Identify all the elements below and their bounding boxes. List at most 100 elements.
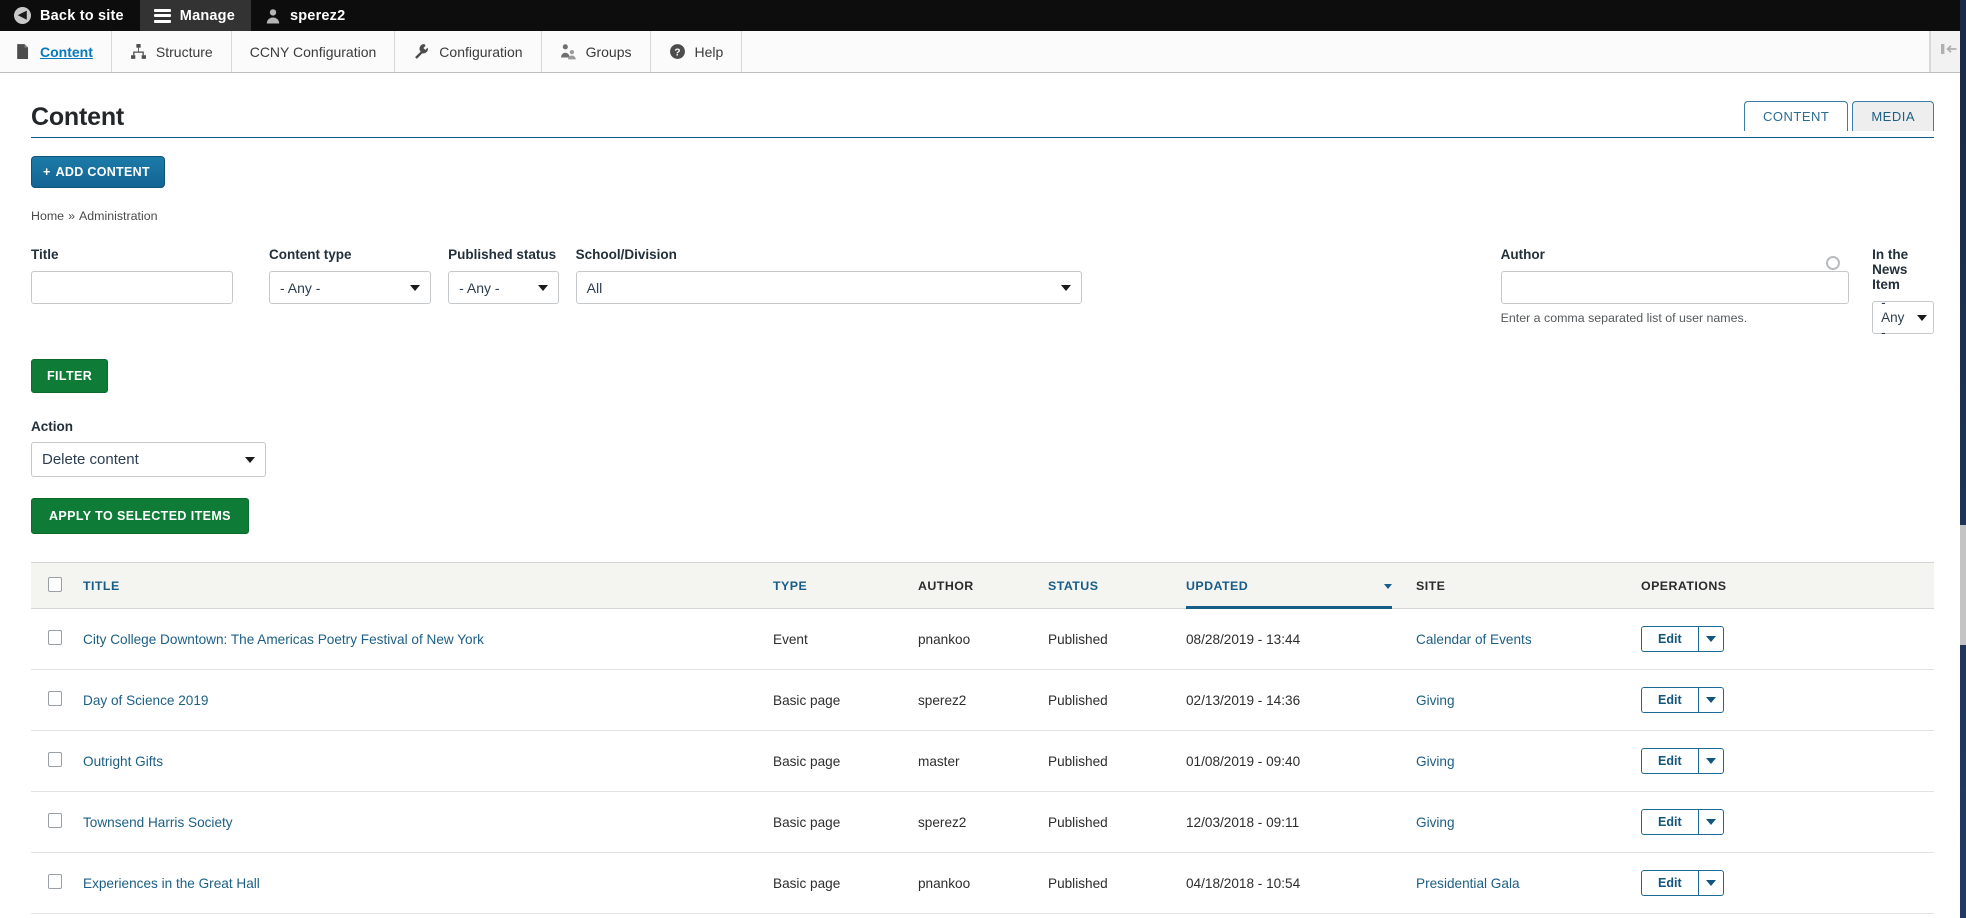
content-title-link[interactable]: City College Downtown: The Americas Poet… [83, 632, 484, 647]
edit-button[interactable]: Edit [1641, 626, 1698, 652]
cell-site: Giving [1416, 730, 1641, 792]
filter-content-type-group: Content type - Any - [269, 247, 432, 304]
wrench-icon [413, 43, 430, 60]
cell-author: sperez2 [918, 791, 1048, 853]
content-table: TITLE TYPE AUTHOR STATUS UPDATED SITE OP… [31, 562, 1934, 918]
chevron-down-icon [1060, 284, 1071, 291]
operations-dropdown-button[interactable] [1697, 687, 1724, 713]
row-select-cell [31, 852, 83, 914]
structure-icon [130, 43, 147, 60]
news-item-value: - Any - [1881, 295, 1905, 340]
cell-title: Townsend Harris Society [83, 791, 773, 853]
row-select-cell [31, 730, 83, 792]
author-input[interactable] [1500, 271, 1850, 304]
content-title-link[interactable]: Day of Science 2019 [83, 693, 208, 708]
operations-dropdown-button[interactable] [1697, 870, 1724, 896]
column-header-updated[interactable]: UPDATED [1186, 562, 1416, 610]
school-division-select[interactable]: All [575, 271, 1082, 304]
tray-spacer [742, 31, 1930, 72]
menu-item-ccny-configuration[interactable]: CCNY Configuration [232, 31, 396, 72]
filter-school-division-label: School/Division [575, 247, 677, 262]
operations-dropdown-button[interactable] [1697, 748, 1724, 774]
cell-author: pnankoo [918, 913, 1048, 918]
cell-site: Giving [1416, 791, 1641, 853]
operations-button-group: Edit [1641, 809, 1724, 835]
operations-button-group: Edit [1641, 748, 1724, 774]
operations-dropdown-button[interactable] [1697, 809, 1724, 835]
edit-button[interactable]: Edit [1641, 748, 1698, 774]
table-header-row: TITLE TYPE AUTHOR STATUS UPDATED SITE OP… [31, 562, 1934, 610]
menu-item-structure[interactable]: Structure [112, 31, 232, 72]
published-status-select[interactable]: - Any - [448, 271, 559, 304]
cell-type: Event [773, 608, 918, 670]
content-title-link[interactable]: Outright Gifts [83, 754, 163, 769]
news-item-select[interactable]: - Any - [1872, 295, 1934, 340]
filter-published-status-label: Published status [448, 247, 557, 262]
breadcrumb-current: Administration [78, 209, 158, 223]
row-checkbox[interactable] [48, 813, 62, 828]
breadcrumb-home[interactable]: Home [31, 209, 64, 223]
row-checkbox[interactable] [48, 874, 62, 889]
action-select[interactable]: Delete content [31, 442, 266, 477]
row-checkbox[interactable] [48, 630, 62, 645]
filter-button[interactable]: FILTER [31, 359, 109, 393]
cell-operations: Edit [1641, 791, 1934, 853]
filter-title-group: Title [31, 247, 233, 304]
cell-type: Basic page [773, 791, 918, 853]
site-link[interactable]: Giving [1416, 815, 1455, 830]
table-body: City College Downtown: The Americas Poet… [31, 608, 1934, 918]
plus-icon: + [43, 165, 51, 179]
menu-item-content[interactable]: Content [0, 31, 112, 72]
cell-site: Presidential Gala [1416, 913, 1641, 918]
add-content-button[interactable]: + ADD CONTENT [31, 156, 165, 188]
edit-button[interactable]: Edit [1641, 870, 1698, 896]
cell-status: Published [1048, 852, 1186, 914]
menu-item-configuration[interactable]: Configuration [395, 31, 542, 72]
site-link[interactable]: Presidential Gala [1416, 876, 1520, 891]
apply-to-selected-items-button[interactable]: APPLY TO SELECTED ITEMS [31, 498, 249, 534]
site-link[interactable]: Giving [1416, 754, 1455, 769]
cell-operations: Edit [1641, 669, 1934, 731]
add-content-label: ADD CONTENT [55, 165, 150, 179]
content-title-link[interactable]: Experiences in the Great Hall [83, 876, 260, 891]
filter-author-label: Author [1500, 247, 1545, 262]
site-link[interactable]: Calendar of Events [1416, 632, 1532, 647]
filter-button-wrapper: FILTER [31, 359, 1934, 393]
title-input[interactable] [31, 271, 233, 304]
tab-content[interactable]: CONTENT [1743, 101, 1849, 131]
operations-dropdown-button[interactable] [1697, 626, 1724, 652]
edit-button[interactable]: Edit [1641, 809, 1698, 835]
content-table-wrapper: TITLE TYPE AUTHOR STATUS UPDATED SITE OP… [31, 562, 1934, 918]
column-header-title[interactable]: TITLE [83, 562, 773, 609]
menu-item-content-label: Content [40, 43, 93, 60]
cell-updated: 03/06/2018 - 13:45 [1186, 913, 1416, 918]
row-checkbox[interactable] [48, 691, 62, 706]
cell-status: Published [1048, 913, 1186, 918]
autocomplete-throbber-icon [1826, 256, 1841, 270]
cell-site: Presidential Gala [1416, 852, 1641, 914]
column-header-type[interactable]: TYPE [773, 562, 918, 609]
scrollbar-thumb[interactable] [1960, 525, 1966, 645]
content-title-link[interactable]: Townsend Harris Society [83, 815, 233, 830]
back-to-site-button[interactable]: ◀ Back to site [0, 0, 140, 31]
school-division-value: All [586, 279, 603, 296]
cell-updated: 08/28/2019 - 13:44 [1186, 608, 1416, 670]
chevron-down-icon [537, 284, 548, 291]
column-header-site: SITE [1416, 562, 1641, 609]
chevron-down-icon [1705, 636, 1716, 642]
column-header-status[interactable]: STATUS [1048, 562, 1186, 609]
user-account-button[interactable]: sperez2 [251, 0, 361, 31]
back-arrow-icon: ◀ [14, 7, 31, 24]
row-checkbox[interactable] [48, 752, 62, 767]
admin-toolbar: ◀ Back to site Manage sperez2 [0, 0, 1966, 31]
menu-item-help[interactable]: ? Help [651, 31, 743, 72]
tab-media[interactable]: MEDIA [1852, 101, 1934, 131]
manage-tab[interactable]: Manage [139, 0, 251, 31]
content-type-select[interactable]: - Any - [269, 271, 432, 304]
menu-item-groups[interactable]: Groups [542, 31, 651, 72]
site-link[interactable]: Giving [1416, 693, 1455, 708]
cell-author: master [918, 730, 1048, 792]
edit-button[interactable]: Edit [1641, 687, 1698, 713]
cell-author: pnankoo [918, 852, 1048, 914]
select-all-checkbox[interactable] [48, 577, 62, 592]
